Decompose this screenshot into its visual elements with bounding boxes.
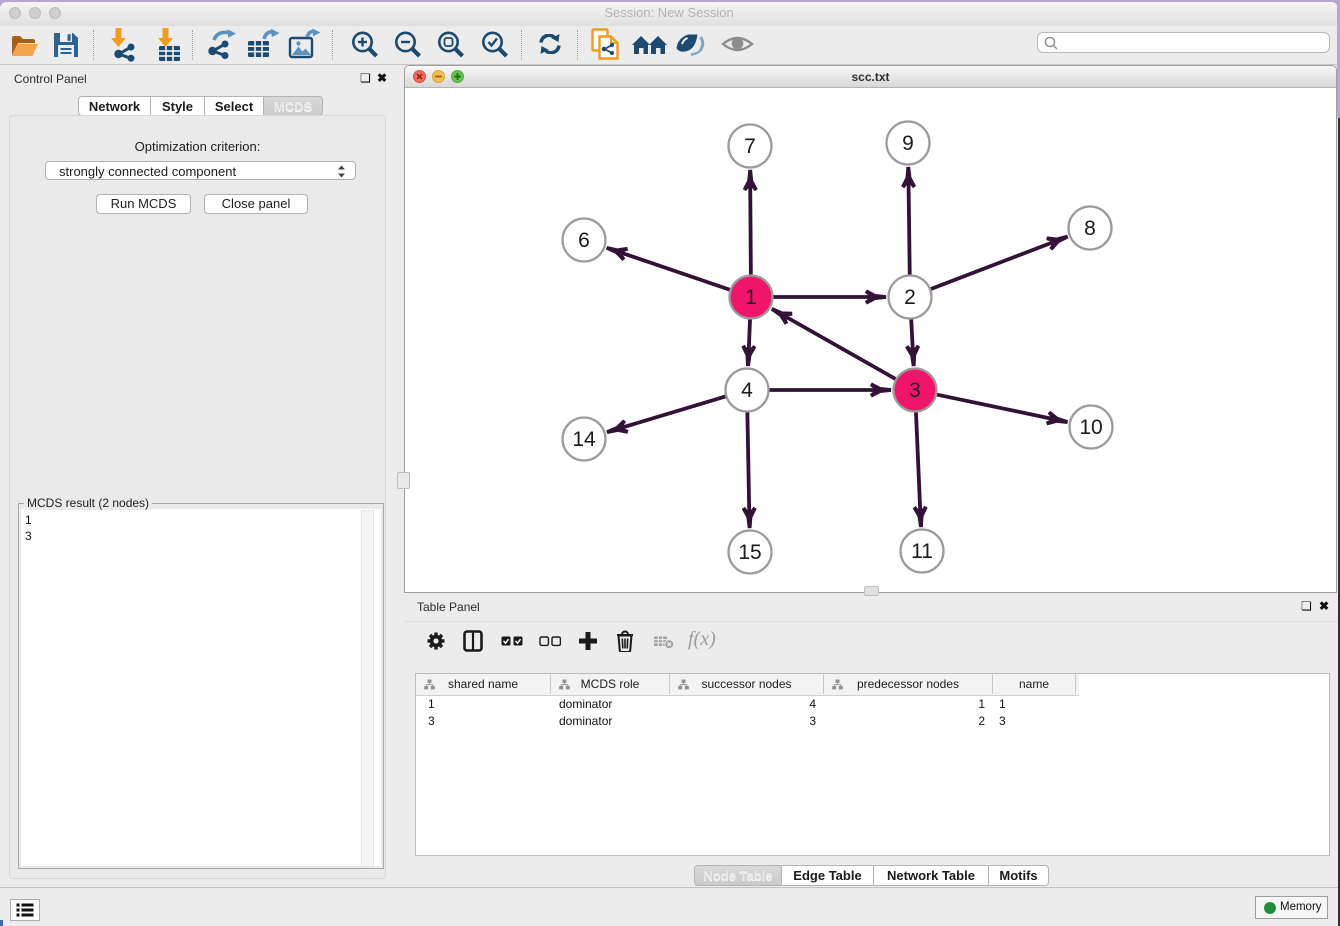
svg-text:7: 7 — [744, 135, 756, 158]
svg-text:15: 15 — [738, 541, 761, 564]
svg-text:4: 4 — [741, 379, 753, 402]
svg-text:2: 2 — [904, 286, 916, 309]
svg-text:6: 6 — [578, 229, 590, 252]
svg-text:1: 1 — [745, 286, 757, 309]
svg-text:8: 8 — [1084, 217, 1096, 240]
svg-text:11: 11 — [911, 540, 933, 563]
svg-text:14: 14 — [572, 428, 596, 451]
svg-text:10: 10 — [1079, 416, 1102, 439]
svg-text:3: 3 — [909, 379, 921, 402]
svg-text:9: 9 — [902, 132, 914, 155]
